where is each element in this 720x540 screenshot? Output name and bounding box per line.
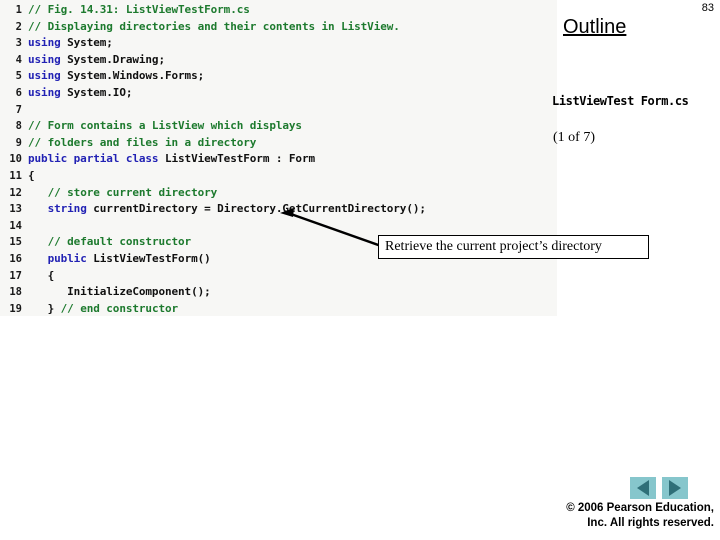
code-token-plain: } xyxy=(28,301,61,315)
code-line-number: 2 xyxy=(15,20,22,33)
code-token-plain: System.Windows.Forms; xyxy=(67,69,205,83)
code-token-keyword: public xyxy=(47,251,94,265)
code-line-text: // Displaying directories and their cont… xyxy=(28,19,400,36)
code-line: 13 string currentDirectory = Directory.G… xyxy=(0,201,557,218)
code-token-plain: { xyxy=(28,268,55,282)
code-line: 7 xyxy=(0,102,557,119)
slide-progress-indicator: (1 of 7) xyxy=(553,130,595,145)
code-line-text: using System; xyxy=(28,35,113,52)
code-line-text: string currentDirectory = Directory.GetC… xyxy=(28,201,426,218)
code-line: 12 // store current directory xyxy=(0,185,557,202)
code-line-number: 18 xyxy=(9,286,22,299)
code-token-comment: // Displaying directories and their cont… xyxy=(28,19,400,33)
code-line-number: 9 xyxy=(15,136,22,149)
code-line: 14 xyxy=(0,218,557,235)
code-line-number: 19 xyxy=(9,302,22,315)
code-token-keyword: using xyxy=(28,85,68,99)
code-line-number: 15 xyxy=(9,236,22,249)
code-line-text: // default constructor xyxy=(28,234,192,251)
callout-annotation-text: Retrieve the current project’s directory xyxy=(385,239,602,254)
page-title: Outline xyxy=(563,16,627,38)
code-line-number: 3 xyxy=(15,37,22,50)
code-line-number: 10 xyxy=(9,153,22,166)
triangle-left-icon xyxy=(637,480,649,496)
code-line-text: public ListViewTestForm() xyxy=(28,251,211,268)
code-line: 18 InitializeComponent(); xyxy=(0,284,557,301)
code-token-comment: // Fig. 14.31: ListViewTestForm.cs xyxy=(28,3,250,16)
source-file-name: ListViewTest Form.cs xyxy=(552,94,689,108)
code-line-number: 12 xyxy=(9,186,22,199)
code-line-number: 17 xyxy=(9,269,22,282)
code-line: 3 using System; xyxy=(0,35,557,52)
code-token-plain: { xyxy=(28,168,35,182)
code-line-text: { xyxy=(28,168,35,185)
code-line: 1 // Fig. 14.31: ListViewTestForm.cs xyxy=(0,2,557,19)
code-line: 8 // Form contains a ListView which displ… xyxy=(0,118,557,135)
code-line: 5 using System.Windows.Forms; xyxy=(0,68,557,85)
code-line: 10 public partial class ListViewTestForm … xyxy=(0,151,557,168)
code-line-number: 1 xyxy=(15,4,22,16)
code-line-text: } // end constructor xyxy=(28,301,179,318)
code-token-plain: InitializeComponent(); xyxy=(28,285,211,299)
code-line: 11 { xyxy=(0,168,557,185)
code-token-plain: System.IO; xyxy=(67,85,133,99)
code-token-plain: currentDirectory = Directory.GetCurrentD… xyxy=(93,202,426,216)
previous-slide-button[interactable] xyxy=(630,477,656,499)
code-token-plain: ListViewTestForm() xyxy=(93,251,211,265)
code-line-text: // Form contains a ListView which displa… xyxy=(28,118,302,135)
code-line-text: // folders and files in a directory xyxy=(28,135,256,152)
code-line-text: InitializeComponent(); xyxy=(28,284,211,301)
code-line-text: using System.Windows.Forms; xyxy=(28,68,204,85)
code-token-keyword: using xyxy=(28,69,68,83)
code-token-comment: // end constructor xyxy=(60,301,179,315)
code-line-text: { xyxy=(28,268,55,285)
code-line-number: 16 xyxy=(9,252,22,265)
code-token-plain: System; xyxy=(67,36,113,50)
copyright-notice: © 2006 Pearson Education, Inc. All right… xyxy=(464,501,714,531)
slide-navigation xyxy=(630,477,690,501)
triangle-right-icon xyxy=(669,480,681,496)
code-line: 4 using System.Drawing; xyxy=(0,52,557,69)
code-token-keyword: string xyxy=(47,202,94,216)
code-line-number: 5 xyxy=(15,70,22,83)
code-line-number: 6 xyxy=(15,86,22,99)
code-line-number: 4 xyxy=(15,53,22,66)
code-line-number: 13 xyxy=(9,203,22,216)
code-token-comment: // Form contains a ListView which displa… xyxy=(28,119,302,133)
code-line: 2 // Displaying directories and their con… xyxy=(0,19,557,36)
code-listing-panel: 1 // Fig. 14.31: ListViewTestForm.cs 2 // D… xyxy=(0,0,557,316)
code-line-number: 14 xyxy=(9,219,22,232)
code-line: 6 using System.IO; xyxy=(0,85,557,102)
code-token-comment: // store current directory xyxy=(47,185,218,199)
copyright-line-1: © 2006 Pearson Education, xyxy=(566,502,714,514)
code-line-text: public partial class ListViewTestForm : … xyxy=(28,151,315,168)
code-line-text: using System.IO; xyxy=(28,85,132,102)
code-line-text: using System.Drawing; xyxy=(28,52,165,69)
code-token-plain: System.Drawing; xyxy=(67,52,165,66)
code-token-comment: // default constructor xyxy=(47,235,192,249)
code-line-number: 11 xyxy=(9,169,22,182)
code-token-keyword: using xyxy=(28,52,68,66)
code-line-number: 8 xyxy=(15,120,22,133)
code-token-plain: ListViewTestForm : Form xyxy=(164,152,316,166)
slide-number: 83 xyxy=(701,2,714,14)
next-slide-button[interactable] xyxy=(662,477,688,499)
callout-annotation: Retrieve the current project’s directory xyxy=(378,235,649,259)
code-line-text: // store current directory xyxy=(28,185,218,202)
code-line-number: 7 xyxy=(15,103,22,116)
code-line: 19 } // end constructor xyxy=(0,301,557,318)
code-token-keyword: using xyxy=(28,36,68,50)
code-line: 17 { xyxy=(0,268,557,285)
code-token-keyword: public partial class xyxy=(28,152,165,166)
code-line-text: // Fig. 14.31: ListViewTestForm.cs xyxy=(28,2,250,19)
code-token-comment: // folders and files in a directory xyxy=(28,135,257,149)
copyright-line-2: Inc. All rights reserved. xyxy=(587,517,714,529)
code-line: 9 // folders and files in a directory xyxy=(0,135,557,152)
